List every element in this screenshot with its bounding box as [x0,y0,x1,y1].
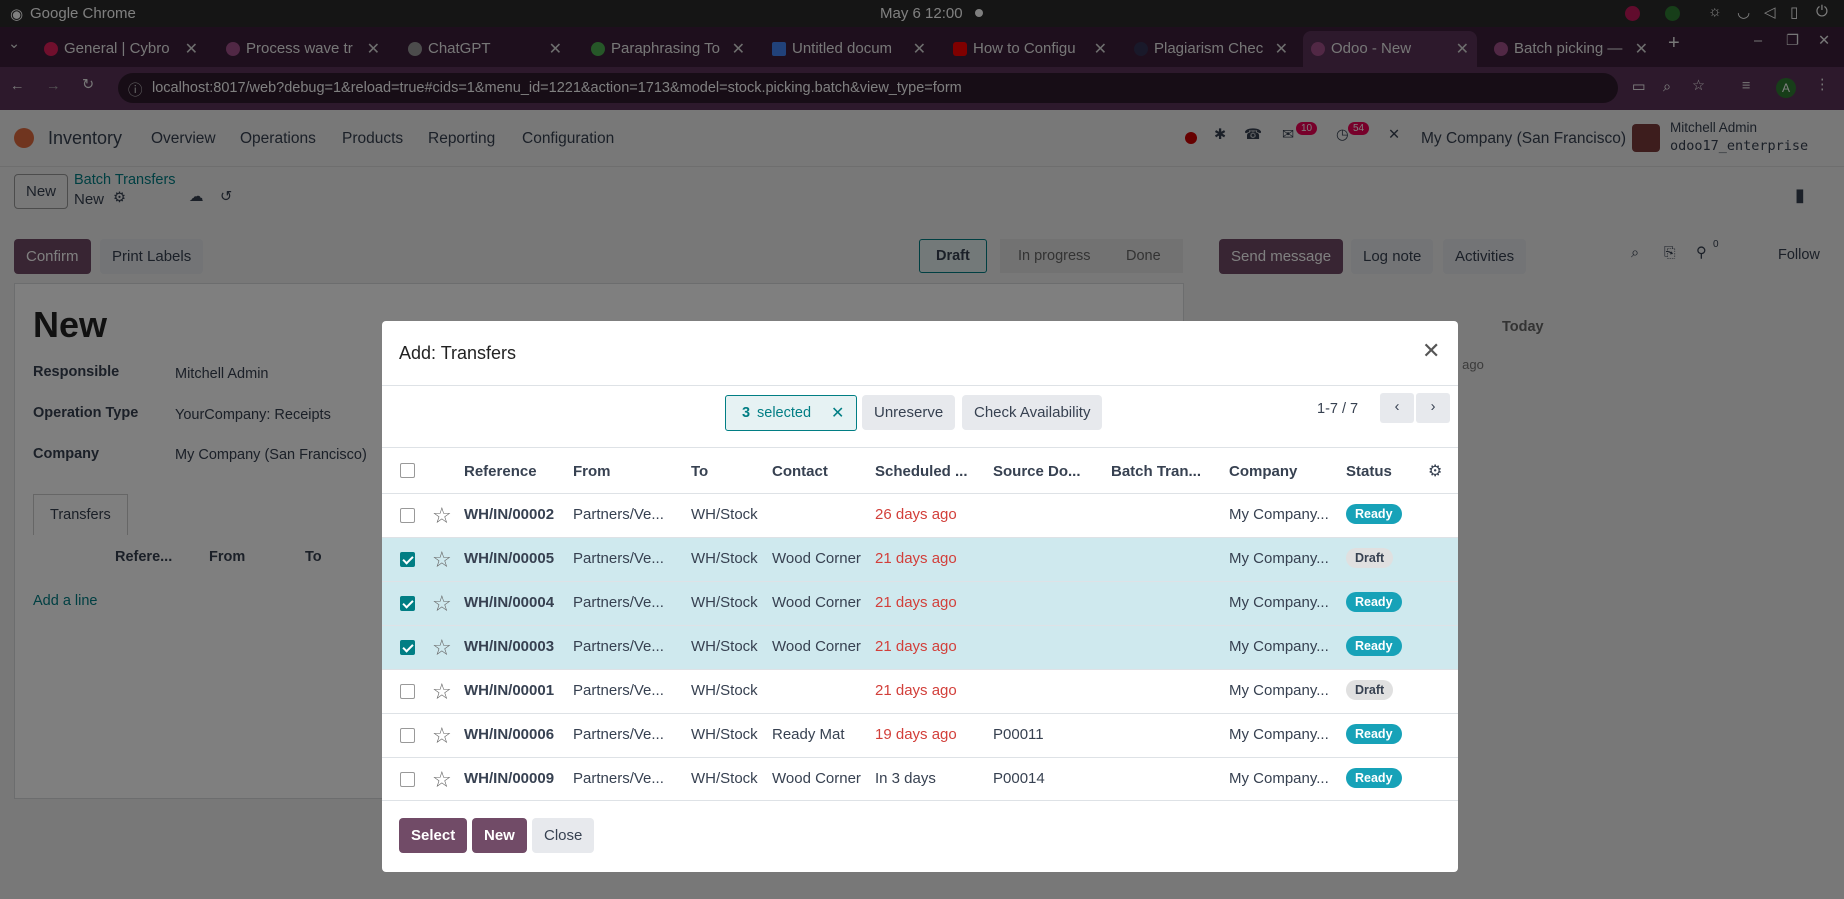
cell-from: Partners/Ve... [573,638,664,655]
selected-count: 3 [742,405,751,421]
cell-ref: WH/IN/00004 [464,594,555,611]
cell-to: WH/Stock [691,638,758,655]
cell-company: My Company... [1229,550,1329,567]
header-company[interactable]: Company [1229,463,1297,480]
header-source-document[interactable]: Source Do... [993,463,1081,480]
cell-sched: 21 days ago [875,682,957,699]
table-row[interactable]: ☆ WH/IN/00001 Partners/Ve... WH/Stock 21 day… [382,669,1458,713]
cell-contact: Wood Corner [772,770,861,787]
cell-to: WH/Stock [691,550,758,567]
cell-to: WH/Stock [691,726,758,743]
cell-to: WH/Stock [691,594,758,611]
selection-badge[interactable]: 3 selected ✕ [725,395,857,431]
cell-to: WH/Stock [691,770,758,787]
row-checkbox[interactable] [400,684,415,699]
cell-ref: WH/IN/00002 [464,506,555,523]
cell-sched: 19 days ago [875,726,957,743]
status-badge: Ready [1346,724,1402,744]
header-batch-transfer[interactable]: Batch Tran... [1111,463,1201,480]
row-checkbox[interactable] [400,728,415,743]
cell-from: Partners/Ve... [573,726,664,743]
optional-columns-icon[interactable]: ⚙ [1428,461,1442,481]
cell-sched: 26 days ago [875,506,957,523]
cell-ref: WH/IN/00005 [464,550,555,567]
header-to[interactable]: To [691,463,708,480]
table-row[interactable]: ☆ WH/IN/00003 Partners/Ve... WH/Stock Wood C… [382,625,1458,669]
clear-selection-icon[interactable]: ✕ [831,403,844,423]
cell-company: My Company... [1229,638,1329,655]
cell-from: Partners/Ve... [573,682,664,699]
cell-company: My Company... [1229,682,1329,699]
cell-contact: Wood Corner [772,638,861,655]
row-checkbox[interactable] [400,552,415,567]
table-row[interactable]: ☆ WH/IN/00002 Partners/Ve... WH/Stock 26 day… [382,493,1458,537]
cell-from: Partners/Ve... [573,550,664,567]
table-row[interactable]: ☆ WH/IN/00009 Partners/Ve... WH/Stock Wood C… [382,757,1458,801]
row-checkbox[interactable] [400,640,415,655]
cell-company: My Company... [1229,770,1329,787]
dialog-title: Add: Transfers [399,343,517,363]
divider [382,447,1458,448]
table-row[interactable]: ☆ WH/IN/00006 Partners/Ve... WH/Stock Ready … [382,713,1458,757]
select-all-checkbox[interactable] [400,463,415,478]
table-row[interactable]: ☆ WH/IN/00004 Partners/Ve... WH/Stock Wood C… [382,581,1458,625]
select-button[interactable]: Select [399,818,468,853]
table-row[interactable]: ☆ WH/IN/00005 Partners/Ve... WH/Stock Wood C… [382,537,1458,581]
favorite-star-icon[interactable]: ☆ [432,723,452,749]
cell-src: P00011 [993,726,1044,743]
pager-prev-icon[interactable]: ‹ [1380,393,1414,423]
divider [382,800,1458,801]
status-badge: Draft [1346,680,1394,700]
favorite-star-icon[interactable]: ☆ [432,547,452,573]
cell-ref: WH/IN/00009 [464,770,555,787]
header-from[interactable]: From [573,463,611,480]
cell-ref: WH/IN/00006 [464,726,555,743]
row-checkbox[interactable] [400,508,415,523]
add-transfers-dialog: Add: Transfers ✕ 3 selected ✕ Unreserve … [382,321,1458,872]
close-button[interactable]: Close [532,818,595,853]
cell-contact: Wood Corner [772,550,861,567]
row-checkbox[interactable] [400,772,415,787]
check-availability-button[interactable]: Check Availability [962,395,1103,430]
cell-from: Partners/Ve... [573,594,664,611]
cell-src: P00014 [993,770,1045,787]
cell-ref: WH/IN/00001 [464,682,555,699]
close-dialog-icon[interactable]: ✕ [1422,338,1440,364]
cell-company: My Company... [1229,506,1329,523]
favorite-star-icon[interactable]: ☆ [432,503,452,529]
pager-value[interactable]: 1-7 / 7 [1317,401,1358,417]
cell-from: Partners/Ve... [573,770,664,787]
header-scheduled[interactable]: Scheduled ... [875,463,968,480]
status-badge: Ready [1346,504,1402,524]
cell-company: My Company... [1229,594,1329,611]
cell-sched: 21 days ago [875,550,957,567]
cell-contact: Wood Corner [772,594,861,611]
pager-next-icon[interactable]: › [1416,393,1450,423]
header-reference[interactable]: Reference [464,463,537,480]
status-badge: Ready [1346,636,1402,656]
cell-to: WH/Stock [691,682,758,699]
cell-sched: 21 days ago [875,638,957,655]
divider [382,385,1458,386]
new-button[interactable]: New [472,818,527,853]
cell-company: My Company... [1229,726,1329,743]
cell-sched: 21 days ago [875,594,957,611]
cell-to: WH/Stock [691,506,758,523]
status-badge: Ready [1346,768,1402,788]
favorite-star-icon[interactable]: ☆ [432,635,452,661]
header-contact[interactable]: Contact [772,463,828,480]
status-badge: Ready [1346,592,1402,612]
favorite-star-icon[interactable]: ☆ [432,767,452,793]
header-status[interactable]: Status [1346,463,1392,480]
cell-sched: In 3 days [875,770,936,787]
favorite-star-icon[interactable]: ☆ [432,591,452,617]
favorite-star-icon[interactable]: ☆ [432,679,452,705]
cell-from: Partners/Ve... [573,506,664,523]
cell-contact: Ready Mat [772,726,845,743]
selected-text: selected [757,405,812,421]
row-checkbox[interactable] [400,596,415,611]
unreserve-button[interactable]: Unreserve [862,395,956,430]
cell-ref: WH/IN/00003 [464,638,555,655]
status-badge: Draft [1346,548,1394,568]
